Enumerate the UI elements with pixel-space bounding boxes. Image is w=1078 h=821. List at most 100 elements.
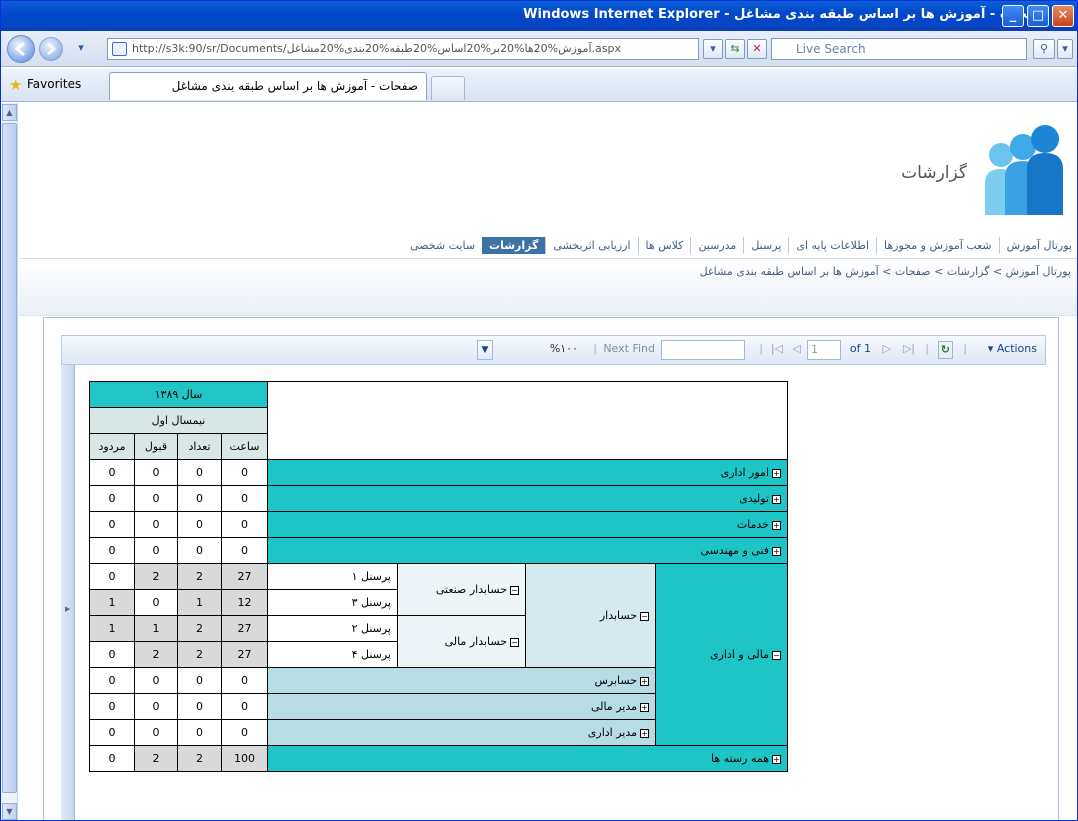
forward-button[interactable] — [39, 37, 63, 61]
back-arrow-icon — [14, 41, 25, 57]
value-cell: 0 — [221, 485, 268, 512]
value-cell: 0 — [221, 667, 268, 694]
row-group-production[interactable]: +تولیدی — [267, 485, 788, 512]
row-group-auditor[interactable]: +حسابرس — [267, 667, 656, 694]
row-group-engineering[interactable]: +فنی و مهندسی — [267, 537, 788, 564]
expand-icon[interactable]: + — [772, 468, 781, 478]
url-field[interactable]: http://s3k:90/sr/Documents/آموزش%20ها%20… — [107, 38, 699, 60]
value-cell: 2 — [177, 615, 222, 642]
value-cell: 0 — [89, 719, 135, 746]
browser-tab[interactable]: صفحات - آموزش ها بر اساس طبقه بندی مشاغل — [109, 72, 427, 100]
actions-label: Actions — [996, 342, 1037, 355]
row-group-all[interactable]: +همه رسته ها — [267, 745, 788, 772]
minimize-button[interactable]: _ — [1002, 5, 1024, 27]
year-header: سال ۱۳۸۹ — [89, 381, 268, 408]
url-dropdown-button[interactable]: ▾ — [703, 39, 723, 59]
row-group-financial-accountant[interactable]: −حسابدار مالی — [397, 615, 526, 668]
search-input[interactable]: Live Search — [771, 38, 1027, 60]
expand-icon[interactable]: + — [772, 754, 781, 764]
document-map-toggle[interactable]: ▶ — [61, 365, 75, 820]
last-page-icon[interactable]: ▷| — [903, 342, 915, 355]
value-cell: 0 — [177, 719, 222, 746]
collapse-icon[interactable]: − — [772, 650, 781, 660]
scroll-down-icon[interactable]: ▼ — [2, 803, 17, 820]
nav-item-personnel[interactable]: پرسنل — [743, 237, 788, 254]
forward-arrow-icon — [47, 42, 57, 56]
refresh-report-icon[interactable]: ↻ — [937, 341, 953, 359]
value-cell: 2 — [134, 641, 178, 668]
scroll-thumb[interactable] — [2, 123, 17, 793]
value-cell: 0 — [221, 693, 268, 720]
next-page-icon[interactable]: ▷ — [883, 342, 891, 355]
toolbar-separator: | — [963, 342, 967, 355]
browser-window: صفحات - آموزش ها بر اساس طبقه بندی مشاغل… — [0, 0, 1078, 821]
value-cell: 0 — [89, 641, 135, 668]
zoom-dropdown-icon[interactable]: ▼ — [477, 340, 493, 360]
expand-icon[interactable]: + — [640, 676, 649, 686]
value-cell: 0 — [177, 537, 222, 564]
expand-icon[interactable]: + — [640, 728, 649, 738]
value-cell: 2 — [177, 745, 222, 772]
collapse-icon[interactable]: − — [510, 585, 519, 595]
maximize-button[interactable]: □ — [1027, 5, 1049, 27]
row-group-industrial-accountant[interactable]: −حسابدار صنعتی — [397, 563, 526, 616]
value-cell: 2 — [134, 745, 178, 772]
row-group-admin[interactable]: +امور اداری — [267, 459, 788, 486]
value-cell: 0 — [89, 667, 135, 694]
history-dropdown[interactable]: ▾ — [71, 39, 91, 59]
expand-icon[interactable]: + — [772, 520, 781, 530]
back-button[interactable] — [7, 35, 35, 63]
value-cell: 0 — [134, 667, 178, 694]
table-row: 0 0 0 0 +خدمات — [89, 511, 788, 538]
row-group-services[interactable]: +خدمات — [267, 511, 788, 538]
nav-item-portal[interactable]: پورتال آموزش — [998, 237, 1077, 254]
row-group-finance-manager[interactable]: +مدیر مالی — [267, 693, 656, 720]
toolbar-separator: | — [925, 342, 929, 355]
nav-item-my-site[interactable]: سایت شخصی — [403, 237, 482, 254]
nav-item-reports[interactable]: گزارشات — [482, 237, 546, 254]
person-label: پرسنل ۴ — [267, 641, 398, 668]
nav-item-classes[interactable]: کلاس ها — [637, 237, 691, 254]
vertical-scrollbar[interactable]: ▲ ▼ — [1, 103, 18, 820]
toolbar-separator: | — [759, 342, 763, 355]
actions-menu[interactable]: ▾ Actions — [988, 342, 1037, 355]
expand-icon[interactable]: + — [772, 494, 781, 504]
site-header: گزارشات — [19, 103, 1077, 233]
scroll-up-icon[interactable]: ▲ — [2, 104, 17, 121]
next-find-link[interactable]: Next Find — [603, 342, 655, 355]
close-button[interactable]: ✕ — [1052, 5, 1074, 27]
value-cell: 0 — [177, 485, 222, 512]
row-group-admin-manager[interactable]: +مدیر اداری — [267, 719, 656, 746]
find-input[interactable] — [661, 340, 745, 360]
expand-icon[interactable]: + — [772, 546, 781, 556]
nav-item-teachers[interactable]: مدرسین — [690, 237, 743, 254]
nav-item-basic-info[interactable]: اطلاعات پایه ای — [788, 237, 876, 254]
expand-icon[interactable]: + — [640, 702, 649, 712]
first-page-icon[interactable]: |◁ — [771, 342, 783, 355]
collapse-icon[interactable]: − — [510, 637, 519, 647]
value-cell: 1 — [177, 589, 222, 616]
search-icon[interactable]: ⚲ — [1033, 39, 1055, 59]
value-cell: 0 — [89, 485, 135, 512]
nav-item-evaluation[interactable]: ارزیابی اثربخشی — [545, 237, 637, 254]
favorites-button[interactable]: Favorites — [27, 77, 81, 91]
value-cell: 2 — [134, 563, 178, 590]
search-options-button[interactable]: ▾ — [1057, 39, 1073, 59]
row-label: فنی و مهندسی — [700, 544, 770, 557]
search-placeholder: Live Search — [796, 42, 866, 56]
row-group-accountant[interactable]: −حسابدار — [525, 563, 656, 668]
page-number-input[interactable]: 1 — [807, 340, 841, 360]
row-group-finance[interactable]: −مالی و اداری — [655, 563, 788, 746]
value-cell: 0 — [134, 511, 178, 538]
row-label: همه رسته ها — [711, 752, 769, 765]
stop-icon[interactable]: ✕ — [747, 39, 767, 59]
new-tab-button[interactable] — [431, 76, 465, 100]
value-cell: 0 — [134, 589, 178, 616]
site-logo-icon — [985, 125, 1063, 215]
value-cell: 0 — [89, 511, 135, 538]
nav-item-branches[interactable]: شعب آموزش و مجوزها — [876, 237, 999, 254]
refresh-icon[interactable]: ⇆ — [725, 39, 745, 59]
previous-page-icon[interactable]: ◁ — [793, 342, 801, 355]
collapse-icon[interactable]: − — [640, 611, 649, 621]
sharepoint-page: گزارشات پورتال آموزش شعب آموزش و مجوزها … — [19, 103, 1077, 820]
